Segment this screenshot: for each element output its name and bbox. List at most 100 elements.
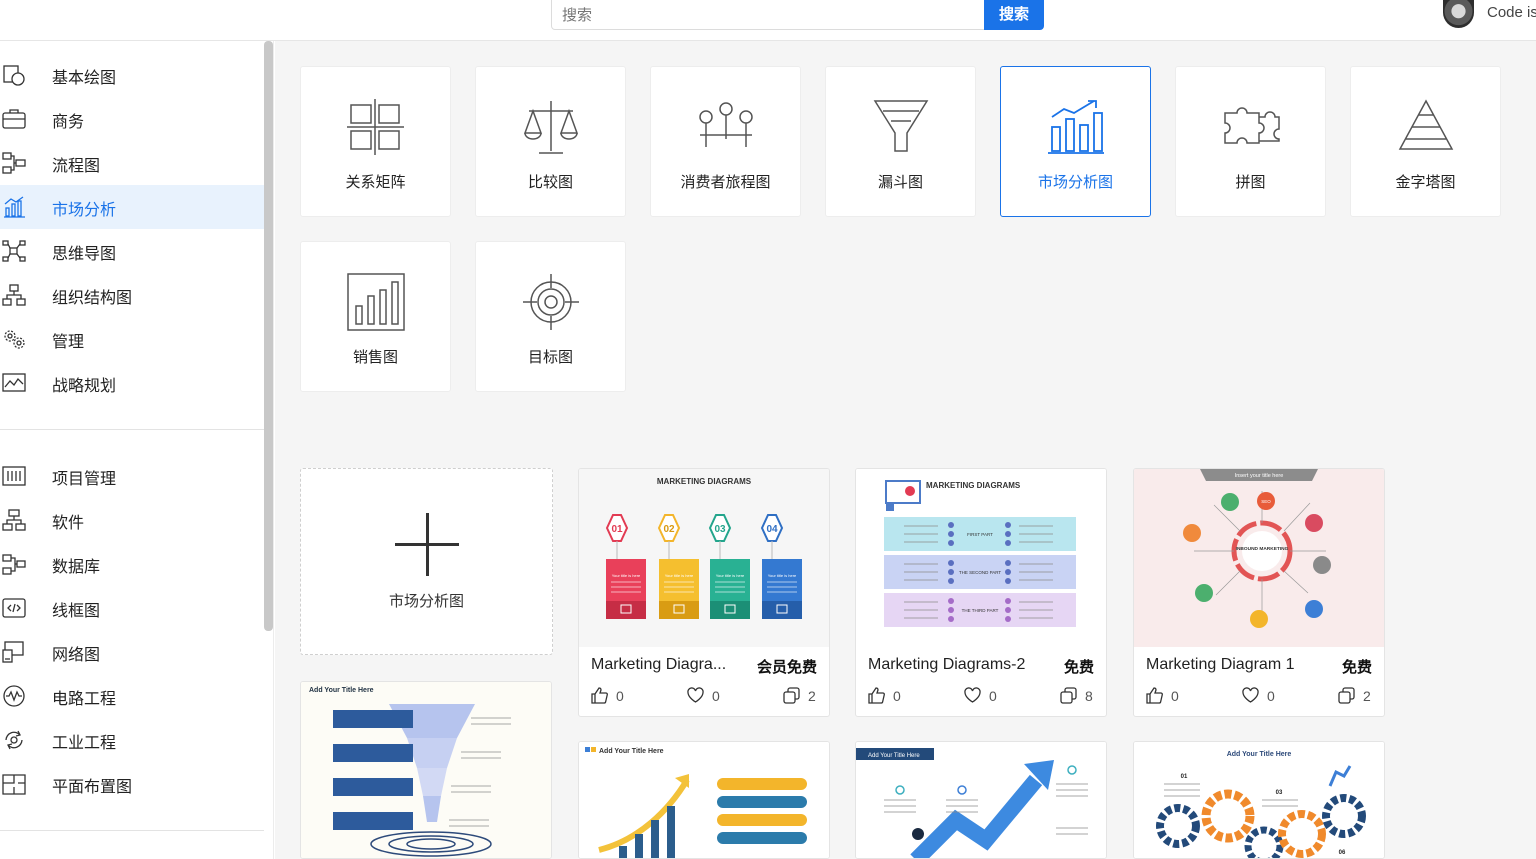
sidebar-item-floorplan[interactable]: 平面布置图 [0,762,264,806]
template-card[interactable]: Add Your Title Here [578,741,830,859]
sidebar-item-project-management[interactable]: 项目管理 [0,454,264,498]
step-number: 03 [1276,790,1283,796]
puzzle-icon [1224,107,1280,144]
category-label: 漏斗图 [877,173,923,191]
template-card[interactable]: MARKETING DIAGRAMS FIRST PART THE SECOND… [855,468,1107,717]
pyramid-icon [1398,99,1454,150]
template-thumbnail[interactable]: Insert your title here INBOUND MARKETING… [1134,469,1384,647]
database-icon [2,554,26,575]
sales-chart-icon [347,273,405,331]
sidebar-item-label: 管理 [52,332,85,351]
favorite-stat[interactable]: 0 [964,687,997,704]
category-panel: 关系矩阵 比较图 消费者旅程图 漏斗图 市场分析图 拼图 金字塔图 销售图 目标… [275,41,1536,443]
like-stat[interactable]: 0 [1146,687,1179,704]
copy-stat[interactable]: 8 [1060,687,1093,704]
center-label: INBOUND MARKETING [1236,546,1289,552]
sidebar-item-strategy[interactable]: 战略规划 [0,361,264,405]
category-label: 消费者旅程图 [680,173,771,191]
three-part-diagram: MARKETING DIAGRAMS FIRST PART THE SECOND… [856,469,1106,647]
sidebar-item-label: 网络图 [52,645,101,664]
sidebar-item-mindmap[interactable]: 思维导图 [0,229,264,273]
template-price: 免费 [1341,658,1372,676]
thumbs-up-icon [591,687,608,704]
thumb-heading: Add Your Title Here [868,753,920,759]
floorplan-icon [2,774,26,795]
sidebar-item-label: 组织结构图 [52,288,133,307]
step-number: 02 [663,524,675,535]
sidebar-item-label: 软件 [52,513,85,532]
template-card[interactable]: Add Your Title Here [300,681,552,859]
journey-icon [699,102,753,147]
heart-icon [1242,687,1259,703]
category-puzzle[interactable]: 拼图 [1175,66,1326,217]
category-relation-matrix[interactable]: 关系矩阵 [300,66,451,217]
template-thumbnail[interactable]: MARKETING DIAGRAMS FIRST PART THE SECOND… [856,469,1106,647]
category-sales[interactable]: 销售图 [300,241,451,392]
part-label: THE THIRD PART [962,608,999,613]
sidebar-item-management[interactable]: 管理 [0,317,264,361]
gears-template-thumbnail: Add Your Title Here 01 03 06 [1134,742,1384,858]
favorite-stat[interactable]: 0 [687,687,720,704]
scale-icon [523,101,579,154]
category-label: 比较图 [527,173,573,191]
market-chart-icon [1048,100,1104,154]
thumb-heading: Add Your Title Here [309,687,374,694]
sidebar-item-business[interactable]: 商务 [0,97,264,141]
template-card[interactable]: MARKETING DIAGRAMS 01 02 03 04 Your titl… [578,468,830,717]
template-card[interactable]: Add Your Title Here [855,741,1107,859]
new-blank-template[interactable]: 市场分析图 [300,468,553,655]
like-count: 0 [1171,687,1179,704]
category-pyramid[interactable]: 金字塔图 [1350,66,1501,217]
template-card[interactable]: Add Your Title Here 01 03 06 [1133,741,1385,859]
part-label: THE SECOND PART [959,570,1002,575]
category-market-analysis[interactable]: 市场分析图 [1000,66,1151,217]
search-input[interactable] [551,0,985,30]
sidebar-item-software[interactable]: 软件 [0,498,264,542]
thumb-heading: MARKETING DIAGRAMS [657,477,752,486]
category-label: 销售图 [352,348,398,366]
sidebar-item-label: 思维导图 [52,244,117,263]
step-number: 01 [611,524,623,535]
category-label: 目标图 [527,348,573,366]
sidebar-item-circuit[interactable]: 电路工程 [0,674,264,718]
bar-chart-icon [4,196,25,218]
category-funnel[interactable]: 漏斗图 [825,66,976,217]
search-button[interactable]: 搜索 [984,0,1044,30]
category-label: 金字塔图 [1395,173,1456,191]
sidebar-item-flowchart[interactable]: 流程图 [0,141,264,185]
heart-icon [964,687,981,703]
template-card[interactable]: Insert your title here INBOUND MARKETING… [1133,468,1385,717]
user-name[interactable]: Code is [1487,4,1536,21]
category-comparison[interactable]: 比较图 [475,66,626,217]
sidebar-item-wireframe[interactable]: 线框图 [0,586,264,630]
sidebar-item-org-chart[interactable]: 组织结构图 [0,273,264,317]
avatar[interactable] [1443,0,1474,28]
arrow-growth-template-thumbnail: Add Your Title Here [856,742,1106,858]
copy-stat[interactable]: 2 [1338,687,1371,704]
sidebar-item-industrial[interactable]: 工业工程 [0,718,264,762]
sidebar-item-market-analysis[interactable]: 市场分析 [0,185,264,229]
sidebar-item-database[interactable]: 数据库 [0,542,264,586]
funnel-template-thumbnail: Add Your Title Here [301,682,551,858]
top-bar: 搜索 Code is [0,0,1536,41]
thumbs-up-icon [1146,687,1163,704]
gears-icon [4,330,25,349]
category-target[interactable]: 目标图 [475,241,626,392]
sidebar-item-label: 基本绘图 [52,68,117,87]
like-stat[interactable]: 0 [591,687,624,704]
like-stat[interactable]: 0 [868,687,901,704]
sidebar-scrollbar[interactable] [264,41,273,631]
favorite-stat[interactable]: 0 [1242,687,1275,704]
sidebar-divider [0,429,264,430]
copy-stat[interactable]: 2 [783,687,816,704]
template-price: 会员免费 [756,658,817,676]
plus-icon [395,543,459,546]
category-consumer-journey[interactable]: 消费者旅程图 [650,66,801,217]
template-thumbnail[interactable]: MARKETING DIAGRAMS 01 02 03 04 Your titl… [579,469,829,647]
sidebar-item-label: 平面布置图 [52,777,133,796]
sidebar-item-label: 工业工程 [52,733,117,752]
template-stats: 0 0 2 [591,687,817,709]
sidebar-item-basic-drawing[interactable]: 基本绘图 [0,53,264,97]
industrial-icon [5,730,23,750]
sidebar-item-network[interactable]: 网络图 [0,630,264,674]
